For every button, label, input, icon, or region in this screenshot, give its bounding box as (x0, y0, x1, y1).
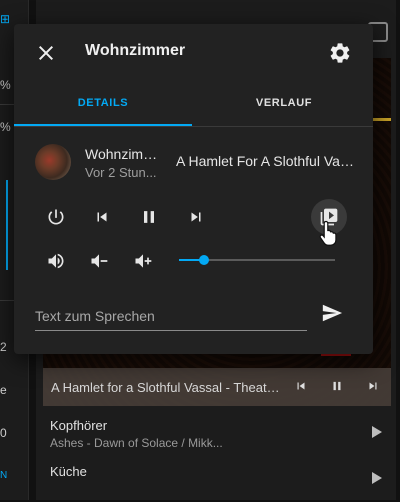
volume-slider-thumb[interactable] (198, 255, 209, 265)
sidebar-text: % (0, 120, 11, 134)
close-button[interactable] (34, 41, 58, 65)
dialog-tabs: DETAILS VERLAUF (14, 90, 373, 127)
sidebar-text: 0 (0, 426, 7, 440)
sidebar-indicator (6, 180, 8, 270)
dialog-title: Wohnzimmer (85, 42, 186, 59)
list-item[interactable]: Kopfhörer Ashes - Dawn of Solace / Mikk.… (36, 410, 396, 456)
skip-previous-icon[interactable] (283, 379, 319, 396)
send-icon (322, 304, 343, 322)
power-icon (48, 209, 64, 225)
list-item-name: Kopfhörer (50, 418, 108, 433)
entity-picture (35, 144, 71, 180)
volume-plus-icon (135, 254, 152, 268)
power-button[interactable] (41, 202, 71, 232)
skip-previous-button[interactable] (87, 202, 117, 232)
now-playing-bar: A Hamlet for a Slothful Vassal - Theatre… (43, 368, 391, 406)
entity-name: Wohnzimm... (85, 146, 163, 162)
volume-minus-icon (91, 254, 108, 268)
play-icon[interactable] (372, 472, 382, 484)
play-icon[interactable] (372, 426, 382, 438)
sidebar-icon: ⊞ (0, 12, 11, 26)
skip-next-icon[interactable] (355, 379, 391, 396)
now-playing-title: A Hamlet for a Slothful Vassal - Theatre… (51, 379, 283, 395)
close-icon (39, 46, 53, 60)
entity-state: A Hamlet For A Slothful Vas... (176, 153, 356, 169)
gear-icon (330, 43, 350, 63)
hand-pointer-icon (319, 220, 337, 246)
entity-row: Wohnzimm... Vor 2 Stun... A Hamlet For A… (14, 139, 373, 189)
list-item[interactable]: Küche (36, 456, 396, 502)
send-button[interactable] (317, 298, 347, 328)
sidebar-text: 2 (0, 340, 7, 354)
more-info-dialog: Wohnzimmer DETAILS VERLAUF Wohnzimm... V… (14, 24, 373, 354)
list-item-name: Küche (50, 464, 87, 479)
tab-history[interactable]: VERLAUF (195, 90, 373, 126)
pause-icon (144, 211, 154, 223)
volume-high-icon (48, 253, 64, 269)
pause-icon[interactable] (319, 379, 355, 396)
volume-up-button[interactable] (128, 246, 158, 276)
tts-field (35, 304, 307, 331)
skip-previous-icon (97, 212, 107, 222)
tab-details[interactable]: DETAILS (14, 90, 192, 126)
pause-button[interactable] (134, 202, 164, 232)
skip-next-button[interactable] (181, 202, 211, 232)
tts-input[interactable] (35, 304, 307, 328)
dialog-header: Wohnzimmer (14, 24, 373, 82)
skip-next-icon (191, 212, 201, 222)
sidebar-text: e (0, 383, 7, 397)
sidebar-text: % (0, 78, 11, 92)
list-item-subtitle: Ashes - Dawn of Solace / Mikk... (50, 436, 223, 450)
media-player-list: Kopfhörer Ashes - Dawn of Solace / Mikk.… (36, 410, 396, 502)
volume-slider[interactable] (179, 255, 335, 265)
volume-controls (14, 246, 373, 276)
volume-mute-button[interactable] (41, 246, 71, 276)
settings-button[interactable] (328, 41, 352, 65)
entity-last-changed: Vor 2 Stun... (85, 165, 157, 180)
volume-down-button[interactable] (84, 246, 114, 276)
sidebar-text: N (0, 470, 8, 481)
